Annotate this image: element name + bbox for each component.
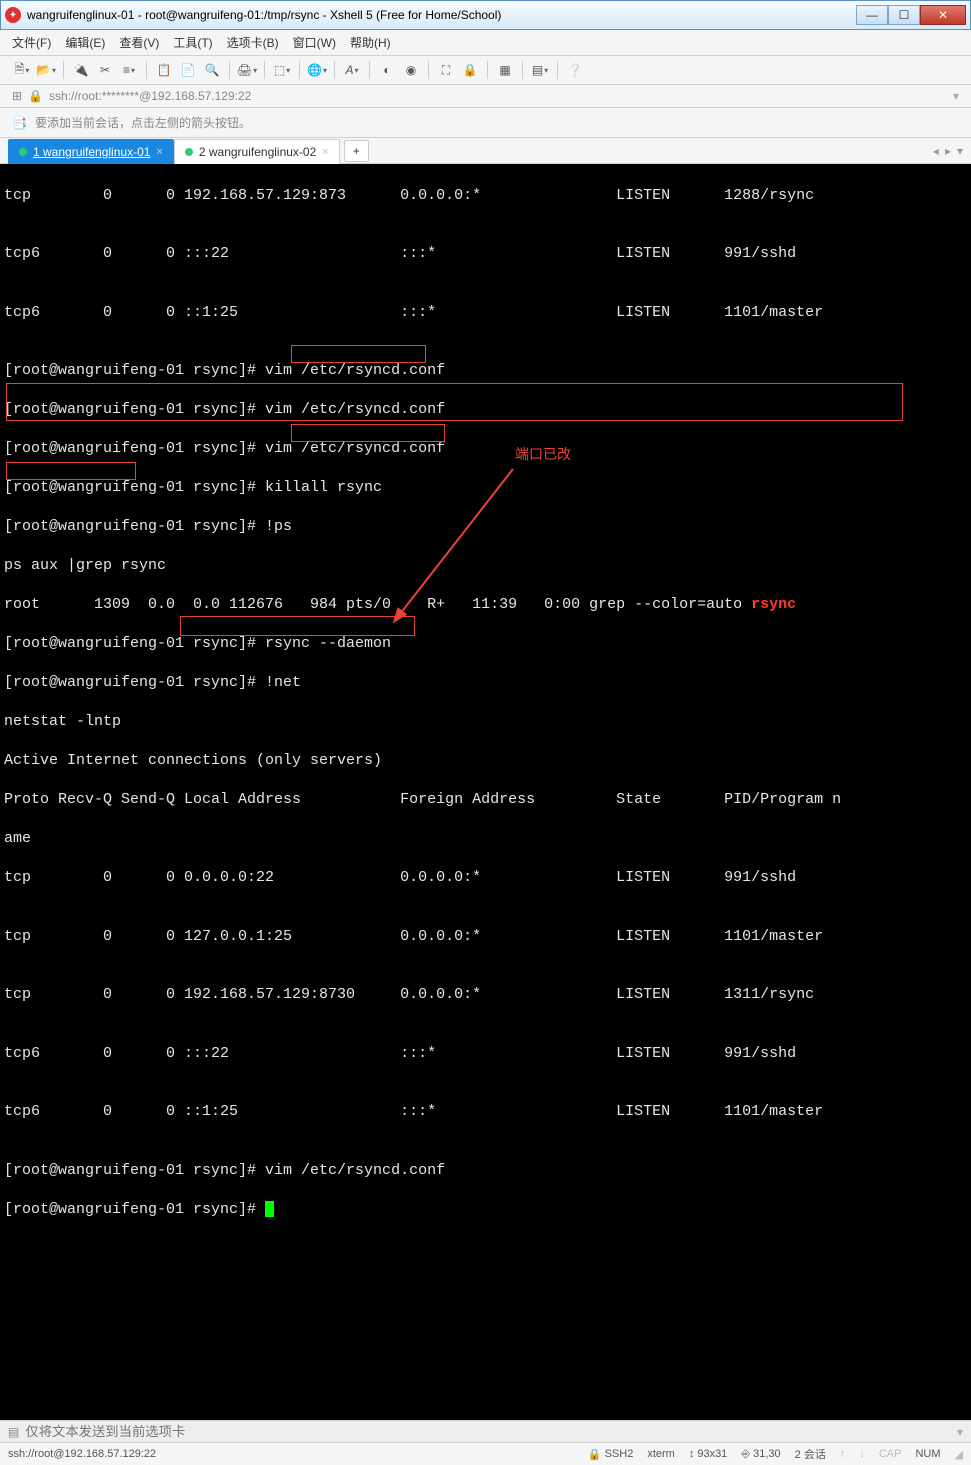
status-bar: ssh://root@192.168.57.129:22 🔒 SSH2 xter… bbox=[0, 1442, 971, 1465]
annotation-box bbox=[180, 616, 415, 636]
address-bar: ⊞ 🔒 ssh://root:********@192.168.57.129:2… bbox=[0, 85, 971, 108]
window-title: wangruifenglinux-01 - root@wangruifeng-0… bbox=[27, 8, 856, 22]
menu-view[interactable]: 查看(V) bbox=[119, 34, 159, 51]
lock-icon[interactable]: 🔒 bbox=[460, 60, 480, 80]
status-connection: ssh://root@192.168.57.129:22 bbox=[8, 1448, 156, 1460]
tab-close-icon[interactable]: × bbox=[322, 146, 328, 158]
status-down-icon[interactable]: ↓ bbox=[859, 1448, 865, 1460]
terminal-output[interactable]: tcp 0 0 192.168.57.129:873 0.0.0.0:* LIS… bbox=[0, 164, 971, 1420]
status-resize-grip-icon[interactable]: ◢ bbox=[955, 1448, 963, 1461]
copy-icon[interactable]: 📋 bbox=[154, 60, 174, 80]
addr-chevron-icon[interactable]: ▾ bbox=[953, 89, 959, 103]
menu-help[interactable]: 帮助(H) bbox=[350, 34, 391, 51]
tab-bar: 1 wangruifenglinux-01 × 2 wangruifenglin… bbox=[0, 138, 971, 164]
send-mode-icon[interactable]: ▤ bbox=[8, 1425, 19, 1439]
bookmark-add-icon[interactable]: 📑 bbox=[12, 116, 27, 130]
info-bar: 📑 要添加当前会话，点击左侧的箭头按钮。 bbox=[0, 108, 971, 138]
send-input[interactable] bbox=[25, 1424, 951, 1439]
tab-scroll-left-icon[interactable]: ◂ bbox=[933, 144, 939, 158]
reconnect-icon[interactable]: 🔌 bbox=[71, 60, 91, 80]
menu-bar: 文件(F) 编辑(E) 查看(V) 工具(T) 选项卡(B) 窗口(W) 帮助(… bbox=[0, 30, 971, 56]
menu-tools[interactable]: 工具(T) bbox=[173, 34, 212, 51]
highlight-icon[interactable]: ◉ bbox=[401, 60, 421, 80]
menu-edit[interactable]: 编辑(E) bbox=[65, 34, 105, 51]
status-num: NUM bbox=[915, 1448, 940, 1460]
status-cursor-pos: ⎆ 31,30 bbox=[741, 1448, 780, 1461]
terminal-cursor bbox=[265, 1201, 274, 1217]
maximize-button[interactable]: ☐ bbox=[888, 5, 920, 25]
status-cap: CAP bbox=[879, 1448, 902, 1460]
addr-dropdown-icon[interactable]: ⊞ bbox=[12, 89, 22, 103]
fullscreen-icon[interactable]: ⛶ bbox=[436, 60, 456, 80]
tab-label: 2 wangruifenglinux-02 bbox=[199, 145, 316, 159]
disconnect-icon[interactable]: ✂ bbox=[95, 60, 115, 80]
open-icon[interactable]: 📂▾ bbox=[36, 60, 56, 80]
status-sessions: 2 会话 bbox=[795, 1446, 826, 1462]
app-icon: ✦ bbox=[5, 7, 21, 23]
address-text[interactable]: ssh://root:********@192.168.57.129:22 bbox=[49, 89, 947, 103]
minimize-button[interactable]: — bbox=[856, 5, 888, 25]
status-ssh: 🔒 SSH2 bbox=[588, 1448, 633, 1461]
send-bar: ▤ ▾ bbox=[0, 1420, 971, 1442]
compose-icon[interactable]: ▦ bbox=[495, 60, 515, 80]
print-icon[interactable]: 🖨▾ bbox=[237, 60, 257, 80]
properties-icon[interactable]: ≡▾ bbox=[119, 60, 139, 80]
status-dot-icon bbox=[185, 148, 193, 156]
color-scheme-icon[interactable]: ◐ bbox=[377, 60, 397, 80]
tab-session-2[interactable]: 2 wangruifenglinux-02 × bbox=[174, 139, 340, 164]
menu-file[interactable]: 文件(F) bbox=[12, 34, 51, 51]
toolbar: 🗎▾ 📂▾ 🔌 ✂ ≡▾ 📋 📄 🔍 🖨▾ ⬚▾ 🌐▾ A▾ ◐ ◉ ⛶ 🔒 ▦… bbox=[0, 56, 971, 85]
window-titlebar: ✦ wangruifenglinux-01 - root@wangruifeng… bbox=[0, 0, 971, 30]
paste-icon[interactable]: 📄 bbox=[178, 60, 198, 80]
menu-window[interactable]: 窗口(W) bbox=[293, 34, 336, 51]
info-text: 要添加当前会话，点击左侧的箭头按钮。 bbox=[35, 114, 251, 131]
help-icon[interactable]: ❔ bbox=[565, 60, 585, 80]
tab-add-button[interactable]: + bbox=[344, 140, 369, 162]
status-dot-icon bbox=[19, 148, 27, 156]
tab-session-1[interactable]: 1 wangruifenglinux-01 × bbox=[8, 139, 174, 164]
new-session-icon[interactable]: 🗎▾ bbox=[12, 60, 32, 80]
annotation-label: 端口已改 bbox=[515, 447, 571, 465]
menu-tabs[interactable]: 选项卡(B) bbox=[227, 34, 279, 51]
tab-list-icon[interactable]: ▾ bbox=[957, 144, 963, 158]
send-dropdown-icon[interactable]: ▾ bbox=[957, 1425, 963, 1439]
layout-icon[interactable]: ▤▾ bbox=[530, 60, 550, 80]
font-icon[interactable]: A▾ bbox=[342, 60, 362, 80]
find-icon[interactable]: 🔍 bbox=[202, 60, 222, 80]
status-size: ↕ 93x31 bbox=[689, 1448, 727, 1460]
lock-status-icon: 🔒 bbox=[28, 89, 43, 103]
tab-close-icon[interactable]: × bbox=[156, 146, 162, 158]
tab-label: 1 wangruifenglinux-01 bbox=[33, 145, 150, 159]
transfer-icon[interactable]: 🌐▾ bbox=[307, 60, 327, 80]
status-term: xterm bbox=[647, 1448, 675, 1460]
status-up-icon[interactable]: ↑ bbox=[840, 1448, 846, 1460]
tab-scroll-right-icon[interactable]: ▸ bbox=[945, 144, 951, 158]
close-button[interactable]: ✕ bbox=[920, 5, 966, 25]
log-icon[interactable]: ⬚▾ bbox=[272, 60, 292, 80]
